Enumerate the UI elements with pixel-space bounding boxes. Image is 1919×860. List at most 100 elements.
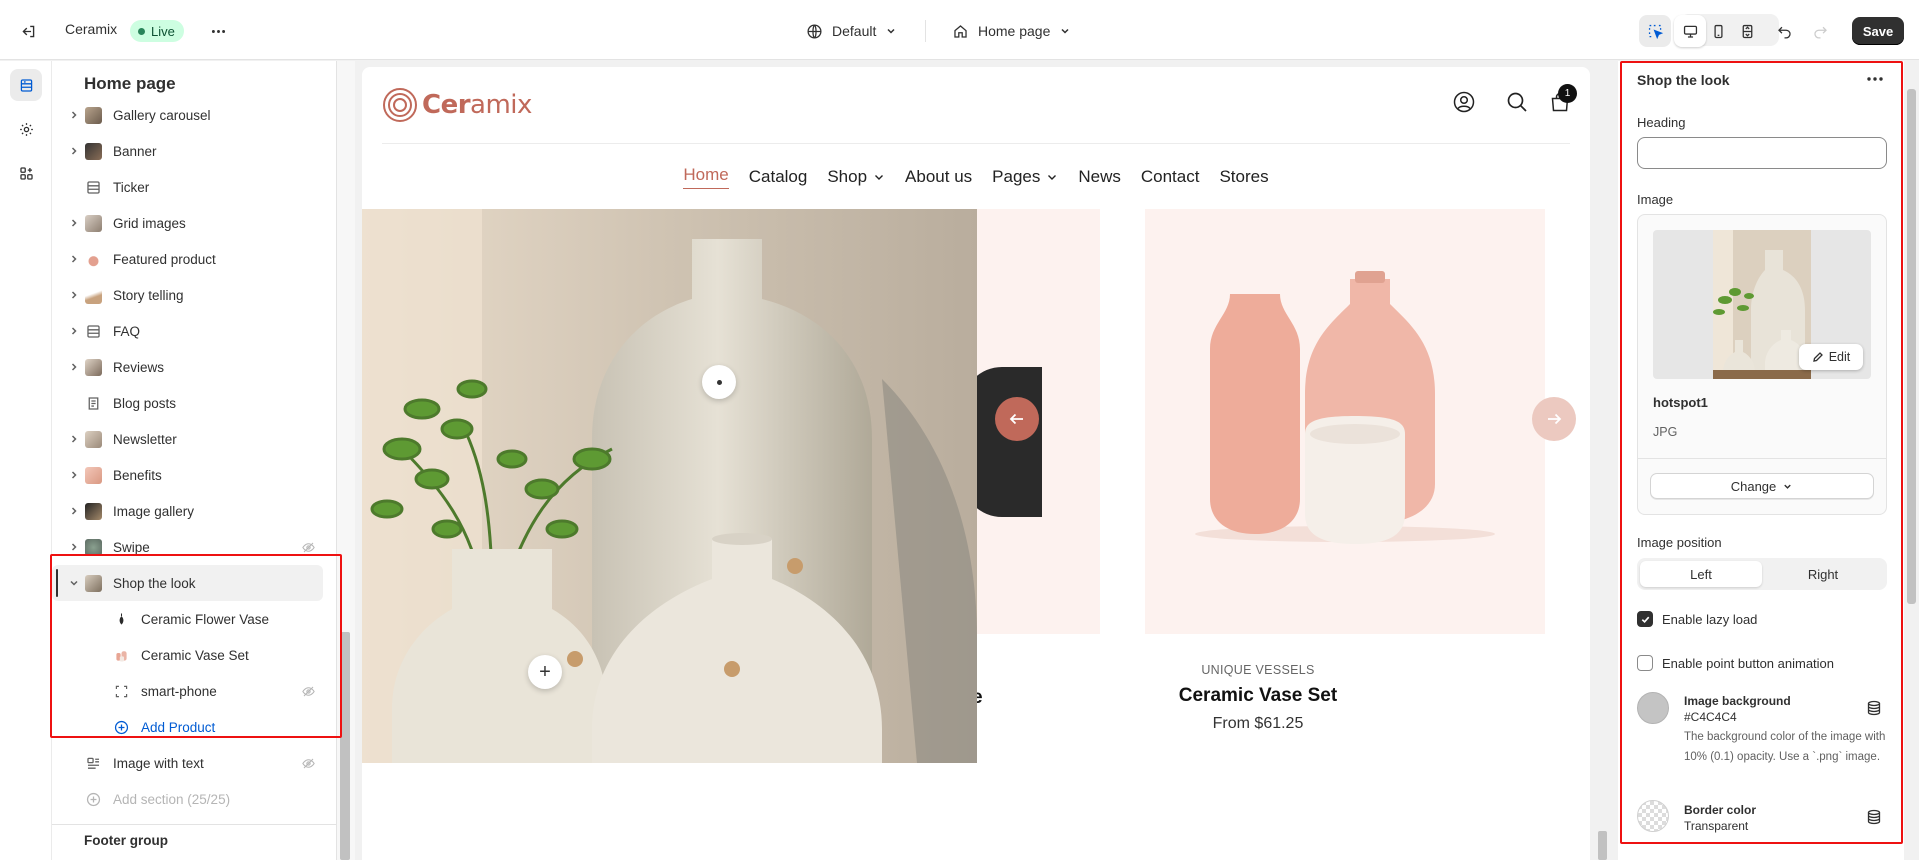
chevron-right-icon[interactable] — [68, 433, 80, 445]
section-item-image-with-text[interactable]: Image with text — [52, 745, 336, 781]
nav-item-stores[interactable]: Stores — [1209, 165, 1278, 189]
nav-label: News — [1078, 167, 1121, 186]
redo-icon[interactable] — [1804, 15, 1836, 47]
carousel-next-button[interactable] — [1532, 397, 1576, 441]
section-item-blog-posts[interactable]: Blog posts — [52, 385, 336, 421]
nav-item-pages[interactable]: Pages — [982, 165, 1068, 189]
add-product-button[interactable]: Add Product — [52, 709, 336, 745]
nav-item-shop[interactable]: Shop — [817, 165, 895, 189]
section-item-benefits[interactable]: Benefits — [52, 457, 336, 493]
dynamic-source-icon[interactable] — [1866, 809, 1882, 825]
hotspot-point-2[interactable]: + — [528, 655, 562, 689]
chevron-right-icon[interactable] — [68, 289, 80, 301]
page-selector[interactable]: Home page — [952, 18, 1071, 44]
eye-off-icon[interactable] — [301, 756, 316, 771]
more-actions-icon[interactable] — [202, 15, 234, 47]
sections-icon[interactable] — [10, 69, 42, 101]
change-image-button[interactable]: Change — [1650, 473, 1874, 499]
carousel-prev-button[interactable] — [995, 397, 1039, 441]
add-section-button[interactable]: Add section (25/25) — [52, 781, 336, 817]
nav-item-about-us[interactable]: About us — [895, 165, 982, 189]
border-color-title: Border color — [1684, 803, 1757, 817]
exit-icon[interactable] — [12, 15, 44, 47]
status-badge-label: Live — [151, 23, 175, 39]
nav-item-contact[interactable]: Contact — [1131, 165, 1210, 189]
section-item-shop-the-look[interactable]: Shop the look — [52, 565, 323, 601]
account-icon[interactable] — [1453, 91, 1475, 113]
block-item-ceramic-flower-vase[interactable]: Ceramic Flower Vase — [52, 601, 336, 637]
full-width-view-icon[interactable] — [1731, 15, 1763, 47]
border-color-value: Transparent — [1684, 819, 1749, 833]
chevron-right-icon[interactable] — [68, 325, 80, 337]
section-label: Banner — [113, 143, 157, 159]
border-color-swatch[interactable] — [1637, 800, 1669, 832]
section-item-banner[interactable]: Banner — [52, 133, 336, 169]
sections-scrollbar-thumb[interactable] — [340, 632, 350, 860]
block-item-smart-phone[interactable]: smart-phone — [52, 673, 336, 709]
settings-scrollbar-thumb[interactable] — [1907, 89, 1916, 604]
hotspot-point-1[interactable] — [702, 365, 736, 399]
point-animation-checkbox[interactable] — [1637, 655, 1653, 671]
chevron-right-icon[interactable] — [68, 253, 80, 265]
logo-text: Ceramix — [422, 90, 532, 120]
nav-item-home[interactable]: Home — [673, 165, 738, 189]
nav-item-catalog[interactable]: Catalog — [739, 165, 818, 189]
chevron-right-icon[interactable] — [68, 145, 80, 157]
preview-scrollbar[interactable] — [1597, 61, 1608, 860]
section-item-reviews[interactable]: Reviews — [52, 349, 336, 385]
more-options-icon[interactable] — [1864, 68, 1886, 90]
nav-label: Pages — [992, 167, 1041, 186]
lazy-load-checkbox[interactable] — [1637, 611, 1653, 627]
heading-input[interactable] — [1637, 137, 1887, 169]
section-item-faq[interactable]: FAQ — [52, 313, 336, 349]
chevron-right-icon[interactable] — [68, 541, 80, 553]
chevron-right-icon[interactable] — [68, 217, 80, 229]
section-item-ticker[interactable]: Ticker — [52, 169, 336, 205]
image-background-title: Image background — [1684, 694, 1791, 708]
undo-icon[interactable] — [1768, 15, 1800, 47]
section-item-newsletter[interactable]: Newsletter — [52, 421, 336, 457]
product-thumbnail — [119, 613, 124, 625]
chevron-down-icon[interactable] — [68, 577, 80, 589]
edit-image-button[interactable]: Edit — [1799, 344, 1863, 370]
store-preview: Ceramix 1 Home Catalog Shop About us Pag… — [362, 67, 1590, 860]
preview-scrollbar-thumb[interactable] — [1598, 831, 1607, 860]
save-button[interactable]: Save — [1852, 17, 1904, 45]
chevron-right-icon[interactable] — [68, 361, 80, 373]
divider — [1638, 458, 1886, 459]
store-logo[interactable]: Ceramix — [382, 87, 532, 123]
eye-off-icon[interactable] — [301, 540, 316, 555]
image-position-toggle: Left Right — [1637, 558, 1887, 590]
product-card-image[interactable] — [1145, 209, 1545, 634]
apps-icon[interactable] — [10, 157, 42, 189]
product-title[interactable]: Ceramic Vase Set — [1058, 685, 1458, 707]
nav-label: Catalog — [748, 167, 808, 186]
dynamic-source-icon[interactable] — [1866, 700, 1882, 716]
section-item-featured-product[interactable]: Featured product — [52, 241, 336, 277]
eye-off-icon[interactable] — [301, 684, 316, 699]
block-label: smart-phone — [141, 683, 217, 699]
section-thumbnail — [85, 214, 102, 232]
section-item-grid-images[interactable]: Grid images — [52, 205, 336, 241]
theme-selector[interactable]: Default — [806, 18, 897, 44]
inspector-icon[interactable] — [1639, 15, 1671, 47]
image-background-swatch[interactable] — [1637, 692, 1669, 724]
chevron-right-icon[interactable] — [68, 109, 80, 121]
mobile-view-icon[interactable] — [1702, 15, 1734, 47]
section-item-gallery-carousel[interactable]: Gallery carousel — [52, 107, 336, 133]
section-item-image-gallery[interactable]: Image gallery — [52, 493, 336, 529]
nav-item-news[interactable]: News — [1068, 165, 1131, 189]
chevron-right-icon[interactable] — [68, 505, 80, 517]
block-item-ceramic-vase-set[interactable]: Ceramic Vase Set — [52, 637, 336, 673]
search-icon[interactable] — [1506, 91, 1528, 113]
position-option-right[interactable]: Right — [1762, 561, 1884, 587]
chevron-right-icon[interactable] — [68, 469, 80, 481]
theme-settings-gear-icon[interactable] — [10, 113, 42, 145]
store-name: Ceramix — [65, 21, 118, 37]
section-thumbnail — [85, 142, 102, 160]
plus-icon: + — [539, 660, 551, 683]
position-option-left[interactable]: Left — [1640, 561, 1762, 587]
settings-scrollbar[interactable] — [1904, 61, 1919, 860]
section-item-swipe[interactable]: Swipe — [52, 529, 336, 565]
section-item-story-telling[interactable]: Story telling — [52, 277, 336, 313]
